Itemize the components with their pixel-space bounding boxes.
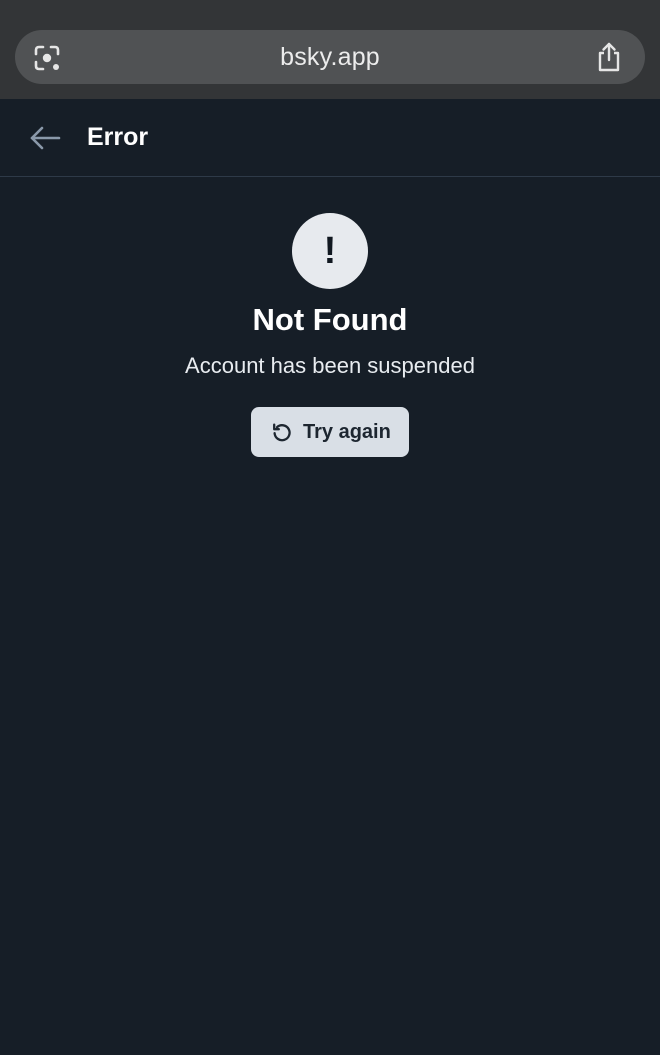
try-again-label: Try again — [303, 421, 391, 443]
page-title: Error — [87, 123, 149, 151]
error-icon: ! — [292, 213, 368, 289]
try-again-button[interactable]: Try again — [251, 407, 409, 457]
browser-toolbar: bsky.app — [0, 0, 660, 99]
url-text[interactable]: bsky.app — [15, 30, 645, 84]
share-icon[interactable] — [595, 42, 623, 72]
error-message: Account has been suspended — [185, 353, 475, 378]
address-bar[interactable]: bsky.app — [15, 30, 645, 84]
refresh-icon — [273, 423, 291, 442]
arrow-left-icon[interactable] — [28, 123, 62, 153]
exclamation-icon: ! — [323, 230, 337, 272]
app-header: Error — [0, 99, 660, 177]
error-title: Not Found — [252, 302, 408, 337]
